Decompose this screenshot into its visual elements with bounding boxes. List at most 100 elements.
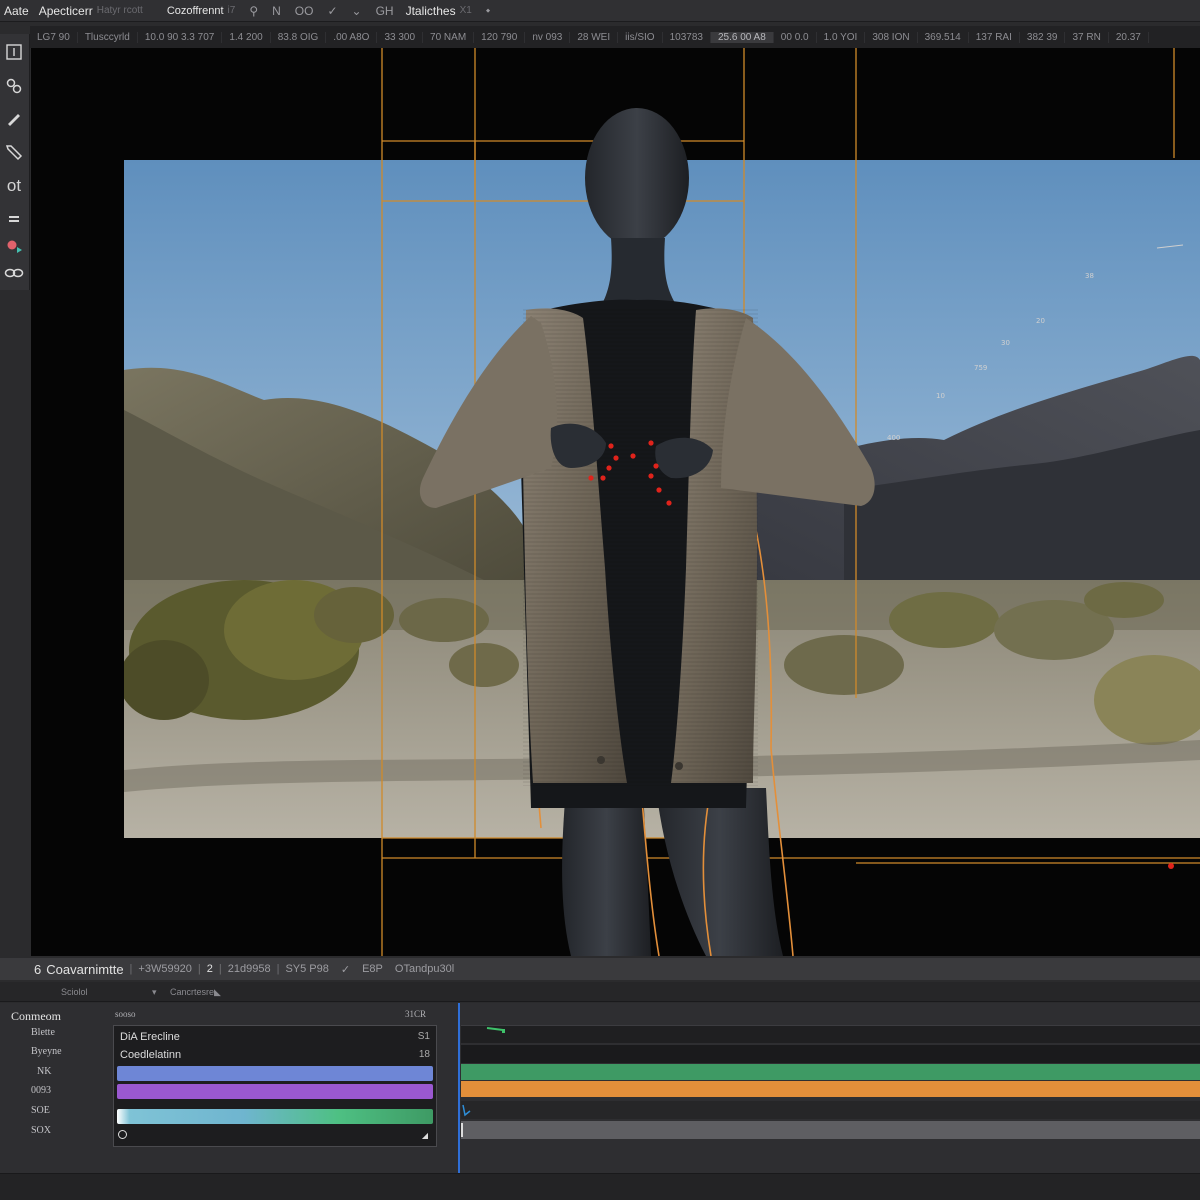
info-cell: 20.37 (1109, 31, 1149, 43)
status-value[interactable]: E8P (362, 963, 383, 975)
key-icon[interactable]: ⚲ (245, 4, 258, 18)
timeline-header-left[interactable]: Sciolol (61, 987, 88, 997)
layer-name: Coedlelatinn (120, 1049, 182, 1061)
menu-oo[interactable]: OO (291, 4, 314, 18)
info-cell-active[interactable]: 25.6 00 A8 (710, 31, 774, 43)
scale-label: 20 (1036, 317, 1045, 325)
scale-label: 38 (1085, 272, 1094, 280)
timeline-lane[interactable] (461, 1045, 1200, 1063)
info-cell: 1.0 YOI (817, 31, 866, 43)
status-value: +3W59920 (138, 963, 192, 975)
info-bar: LG7 90 Tlusccyrld 10.0 90 3.3 707 1.4 20… (30, 26, 1200, 48)
menu-gh[interactable]: GH (372, 4, 394, 18)
menu-cozoffrennt-sub: i7 (227, 5, 236, 16)
adjust-tool-icon[interactable] (2, 206, 26, 230)
keyframe-icon (486, 1027, 505, 1033)
info-cell: LG7 90 (30, 31, 78, 43)
track-label[interactable]: SOE (31, 1105, 50, 1116)
timeline-clip-grey[interactable] (461, 1121, 1200, 1139)
marker-icon (462, 1104, 471, 1117)
loop-tool-icon[interactable] (2, 260, 26, 284)
info-cell: 70 NAM (423, 31, 475, 43)
track-label[interactable]: NK (37, 1066, 51, 1077)
track-label[interactable]: Byeyne (31, 1046, 62, 1057)
brush-tool-icon[interactable] (2, 106, 26, 130)
info-cell: 137 RAI (969, 31, 1020, 43)
status-value: OTandpu30l (394, 963, 455, 975)
scale-label: 10 (936, 392, 945, 400)
info-cell: iis/SIO (618, 31, 663, 43)
composition-index: 6 (34, 961, 42, 977)
menu-bar: Aate Apecticerr Hatyr rcott Cozoffrennt … (0, 0, 1200, 22)
timeline-lane[interactable] (461, 1101, 1200, 1119)
chevron-down-icon[interactable]: ⌄ (348, 4, 362, 18)
scale-label: 30 (1001, 339, 1010, 347)
timeline-panel: Conmeom sooso 31CR Blette Byeyne NK 0093… (0, 1003, 1200, 1173)
layer-number: 18 (418, 1049, 430, 1060)
layer-name: DiA Erecline (120, 1031, 180, 1043)
status-bar: 6 Coavarnimtte | +3W59920 | 2 | 21d9958 … (0, 958, 1200, 980)
scale-label: 400 (887, 434, 900, 442)
check-icon[interactable]: ✓ (341, 963, 350, 976)
info-cell: 33 300 (377, 31, 424, 43)
diamond-icon[interactable]: ⬩ (482, 3, 490, 18)
info-cell: 83.8 OIG (271, 31, 327, 43)
menu-n[interactable]: N (268, 4, 281, 18)
column-header: sooso (115, 1009, 136, 1019)
link-tool-icon[interactable] (2, 74, 26, 98)
scale-annotations: 38 20 30 759 10 400 (887, 244, 1184, 442)
info-cell: 1.4 200 (222, 31, 271, 43)
layer-row[interactable]: Coedlelatinn 18 (120, 1049, 430, 1063)
menu-apecticerr[interactable]: Apecticerr (35, 4, 93, 18)
frame-tool-icon[interactable] (2, 40, 26, 64)
track-label[interactable]: 0093 (31, 1085, 51, 1096)
panel-icon[interactable]: ◣ (214, 987, 221, 998)
scale-label: 759 (974, 364, 987, 372)
text-tool-icon[interactable]: ot (2, 174, 26, 198)
color-tool-icon[interactable] (2, 234, 26, 258)
layer-list: DiA Erecline S1 Coedlelatinn 18 ◢ (113, 1025, 437, 1147)
clip-bar-purple[interactable] (117, 1084, 433, 1099)
keyframe-icon[interactable] (118, 1130, 127, 1139)
timeline-clip-green[interactable] (461, 1064, 1200, 1080)
info-cell: Tlusccyrld (78, 31, 138, 43)
playhead[interactable] (458, 1003, 460, 1173)
info-cell: 369.514 (918, 31, 969, 43)
composition-title[interactable]: Coavarnimtte (46, 962, 123, 977)
info-cell: 28 WEI (570, 31, 619, 43)
timeline-clip-orange[interactable] (461, 1081, 1200, 1097)
clip-handle[interactable] (461, 1123, 463, 1137)
timeline-header: Sciolol ▾ Cancrtesre ◣ (0, 982, 1200, 1002)
bottom-panel (0, 1173, 1200, 1200)
timeline-header-right[interactable]: Cancrtesre (170, 987, 214, 997)
status-value: 2 (206, 963, 213, 975)
status-value: SY5 P98 (285, 963, 329, 975)
layer-number: S1 (417, 1031, 430, 1042)
info-cell: 120 790 (474, 31, 526, 43)
info-cell: nv 093 (525, 31, 571, 43)
tool-palette: ot (0, 34, 30, 290)
menu-cozoffrennt[interactable]: Cozoffrennt (163, 5, 224, 17)
layer-row[interactable]: DiA Erecline S1 (120, 1031, 430, 1045)
info-cell: 10.0 90 3.3 707 (138, 31, 223, 43)
track-label[interactable]: Blette (31, 1027, 55, 1038)
info-cell: 308 ION (865, 31, 918, 43)
info-cell: 103783 (663, 31, 711, 43)
menu-apecticerr-sub: Hatyr rcott (96, 5, 143, 16)
status-value: 21d9958 (227, 963, 271, 975)
info-cell: .00 A8O (326, 31, 378, 43)
clip-bar-blue[interactable] (117, 1066, 433, 1081)
track-label[interactable]: SOX (31, 1125, 51, 1136)
corner-icon[interactable]: ◢ (422, 1131, 428, 1140)
caret-icon: ▾ (152, 987, 157, 997)
pen-tool-icon[interactable] (2, 140, 26, 164)
info-cell: 382 39 (1020, 31, 1066, 43)
check-icon[interactable]: ✓ (323, 4, 337, 18)
app-name[interactable]: Aate (0, 4, 29, 18)
viewport-canvas[interactable]: 38 20 30 759 10 400 (31, 48, 1200, 956)
clip-bar-gradient[interactable] (117, 1109, 433, 1124)
menu-jtalicthes-sub: X1 (459, 5, 472, 16)
column-header-right: 31CR (405, 1009, 427, 1019)
timeline-lane[interactable] (461, 1025, 1200, 1043)
menu-jtalicthes[interactable]: Jtalicthes (402, 4, 456, 18)
